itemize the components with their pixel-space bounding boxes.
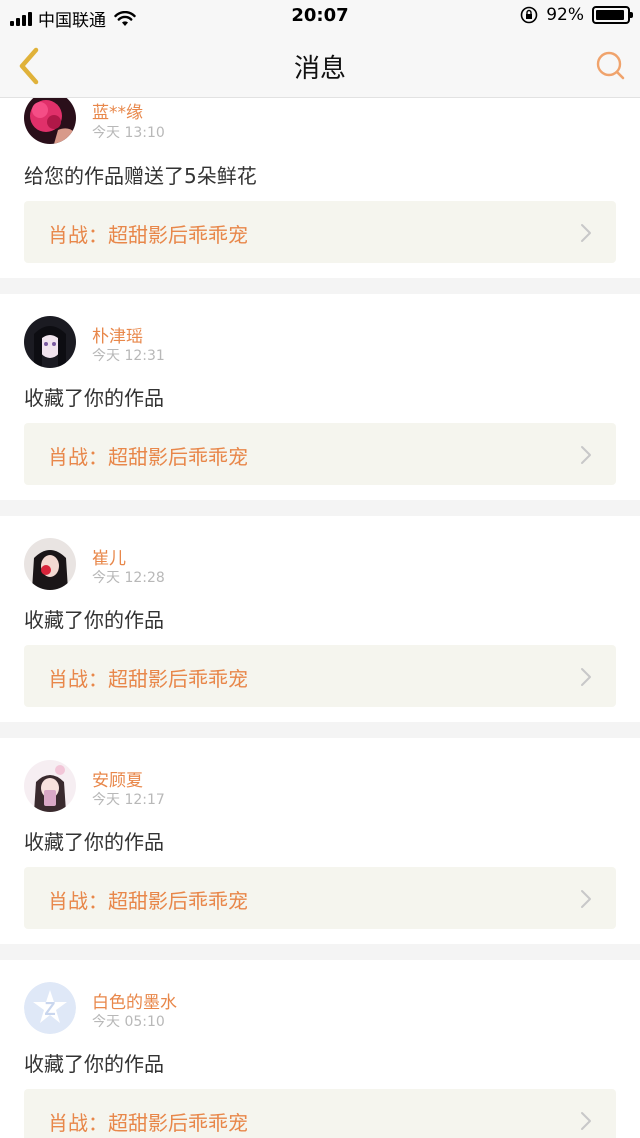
message-text: 给您的作品赠送了5朵鲜花 [24,164,257,188]
chevron-right-icon [581,890,591,908]
battery-percentage: 92% [546,5,584,25]
avatar-girl-with-rose-icon[interactable] [24,538,76,590]
search-icon[interactable] [594,49,626,81]
chevron-right-icon [581,446,591,464]
message-text: 收藏了你的作品 [24,386,164,410]
avatar-pink-flower-icon[interactable] [24,98,76,144]
avatar-anime-girl-icon[interactable] [24,316,76,368]
work-link[interactable]: 肖战：超甜影后乖乖宠 [24,645,616,707]
work-link[interactable]: 肖战：超甜影后乖乖宠 [24,201,616,263]
timestamp: 今天 12:31 [92,348,165,364]
notification-card: 蓝**缘 今天 13:10 给您的作品赠送了5朵鲜花 肖战：超甜影后乖乖宠 [0,98,640,278]
work-link[interactable]: 肖战：超甜影后乖乖宠 [24,423,616,485]
nav-bar: 消息 [0,32,640,98]
work-title: 肖战：超甜影后乖乖宠 [48,223,248,247]
avatar-girl-selfie-icon[interactable] [24,760,76,812]
notification-card: Z 白色的墨水 今天 05:10 收藏了你的作品 肖战：超甜影后乖乖宠 [0,960,640,1138]
work-title: 肖战：超甜影后乖乖宠 [48,889,248,913]
work-link[interactable]: 肖战：超甜影后乖乖宠 [24,1089,616,1138]
status-right: 92% [520,5,633,25]
notification-card: 崔儿 今天 12:28 收藏了你的作品 肖战：超甜影后乖乖宠 [0,516,640,722]
chevron-right-icon [581,224,591,242]
username[interactable]: 安顾夏 [92,766,143,791]
message-text: 收藏了你的作品 [24,1052,164,1076]
notification-card: 朴津瑶 今天 12:31 收藏了你的作品 肖战：超甜影后乖乖宠 [0,294,640,500]
notification-list[interactable]: 蓝**缘 今天 13:10 给您的作品赠送了5朵鲜花 肖战：超甜影后乖乖宠 朴津… [0,98,640,1138]
timestamp: 今天 05:10 [92,1014,165,1030]
orientation-lock-icon [520,6,538,24]
work-title: 肖战：超甜影后乖乖宠 [48,1111,248,1135]
timestamp: 今天 13:10 [92,125,165,141]
notification-card: 安顾夏 今天 12:17 收藏了你的作品 肖战：超甜影后乖乖宠 [0,738,640,944]
status-bar: 中国联通 20:07 92% [0,0,640,32]
username[interactable]: 朴津瑶 [92,322,143,347]
username[interactable]: 蓝**缘 [92,98,143,123]
message-text: 收藏了你的作品 [24,830,164,854]
chevron-right-icon [581,668,591,686]
work-link[interactable]: 肖战：超甜影后乖乖宠 [24,867,616,929]
battery-icon [592,6,633,24]
username[interactable]: 白色的墨水 [92,988,177,1013]
work-title: 肖战：超甜影后乖乖宠 [48,445,248,469]
timestamp: 今天 12:17 [92,792,165,808]
timestamp: 今天 12:28 [92,570,165,586]
message-text: 收藏了你的作品 [24,608,164,632]
work-title: 肖战：超甜影后乖乖宠 [48,667,248,691]
page-title: 消息 [293,54,346,84]
chevron-right-icon [581,1112,591,1130]
username[interactable]: 崔儿 [92,544,126,569]
avatar-default-qq-icon[interactable]: Z [24,982,76,1034]
svg-text:Z: Z [45,999,56,1019]
battery-fill [596,10,624,20]
